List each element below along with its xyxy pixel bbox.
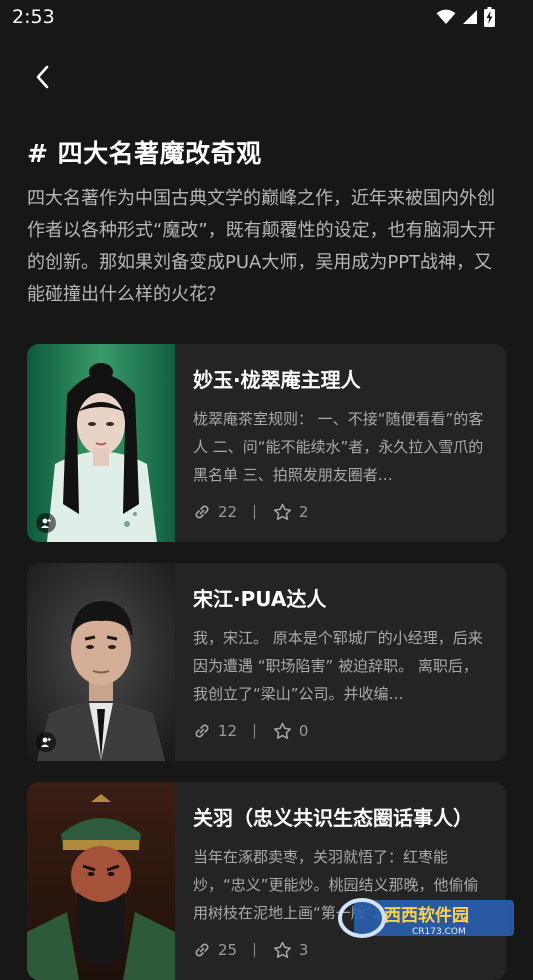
link-count: 25 xyxy=(193,941,237,959)
card-title: 关羽（忠义共识生态圈话事人） xyxy=(193,806,473,830)
link-count-value: 12 xyxy=(218,722,238,740)
link-count-value: 22 xyxy=(218,503,238,521)
character-card[interactable]: 宋江·PUA达人 我，宋江。 原本是个郓城厂的小经理，后来因为遭遇 “职场陷害”… xyxy=(27,563,506,761)
stats-divider: | xyxy=(252,942,257,958)
link-count: 22 xyxy=(193,503,237,521)
star-icon xyxy=(273,722,291,739)
character-card[interactable]: 关羽（忠义共识生态圈话事人） 当年在涿郡卖枣，关羽就悟了：红枣能炒，“忠义”更能… xyxy=(27,782,506,980)
star-count[interactable]: 2 xyxy=(273,503,309,521)
star-icon xyxy=(273,941,291,958)
stats-divider: | xyxy=(252,504,257,520)
link-count-value: 25 xyxy=(218,941,238,959)
card-stats: 22 | 2 xyxy=(193,503,308,521)
stats-divider: | xyxy=(252,723,257,739)
character-avatar xyxy=(27,344,175,542)
status-time: 2:53 xyxy=(12,6,55,28)
star-count-value: 0 xyxy=(298,722,309,740)
watermark-subtext: CR173.COM xyxy=(412,927,466,937)
card-description: 我，宋江。 原本是个郓城厂的小经理，后来因为遭遇 “职场陷害” 被迫辞职。 离职… xyxy=(193,629,483,703)
character-avatar xyxy=(27,563,175,761)
topic-description: 四大名著作为中国古典文学的巅峰之作，近年来被国内外创作者以各种形式“魔改”，既有… xyxy=(27,188,496,305)
status-bar: 2:53 xyxy=(0,0,533,36)
topic-title: # 四大名著魔改奇观 xyxy=(27,139,262,168)
card-description: 栊翠庵茶室规则： 一、不接“随便看看”的客人 二、问“能不能续水”者，永久拉入雪… xyxy=(193,410,484,484)
card-title: 宋江·PUA达人 xyxy=(193,587,327,611)
card-stats: 25 | 3 xyxy=(193,941,308,959)
star-count[interactable]: 3 xyxy=(273,941,309,959)
star-count-value: 3 xyxy=(298,941,309,959)
ai-badge-icon xyxy=(36,513,56,533)
card-stats: 12 | 0 xyxy=(193,722,308,740)
star-icon xyxy=(273,503,291,520)
watermark-text: 西西软件园 xyxy=(384,905,469,926)
link-icon xyxy=(195,724,209,738)
card-title: 妙玉·栊翠庵主理人 xyxy=(193,368,361,392)
star-count[interactable]: 0 xyxy=(273,722,309,740)
site-watermark: 西西软件园 CR173.COM xyxy=(334,896,514,940)
character-avatar xyxy=(27,782,175,980)
battery-charging-icon xyxy=(484,7,495,27)
ai-badge-icon xyxy=(36,732,56,752)
wifi-icon xyxy=(436,9,456,24)
character-card[interactable]: 妙玉·栊翠庵主理人 栊翠庵茶室规则： 一、不接“随便看看”的客人 二、问“能不能… xyxy=(27,344,506,542)
back-button[interactable] xyxy=(26,58,60,96)
status-icons xyxy=(436,7,495,27)
star-count-value: 2 xyxy=(298,503,309,521)
chevron-left-icon xyxy=(36,65,49,89)
link-icon xyxy=(195,505,209,519)
link-icon xyxy=(195,943,209,957)
cell-signal-icon xyxy=(463,10,477,24)
link-count: 12 xyxy=(193,722,237,740)
